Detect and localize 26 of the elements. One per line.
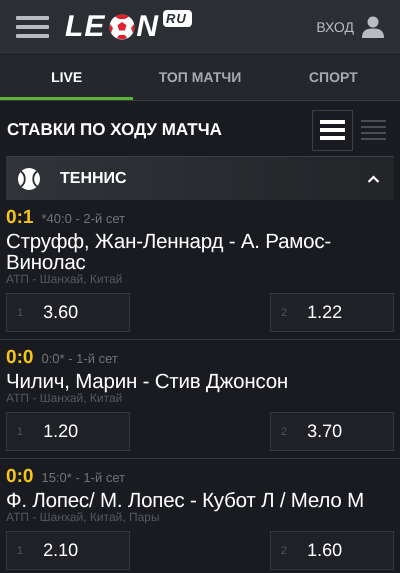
compact-list-icon — [361, 119, 386, 141]
menu-icon[interactable] — [16, 15, 49, 39]
match-status: 15:0* - 1-й сет — [41, 470, 126, 485]
match-title: Чилич, Марин - Стив Джонсон — [6, 371, 290, 392]
match-score: 0:1 — [6, 207, 34, 229]
sport-header[interactable]: ТЕННИС — [6, 156, 394, 200]
user-icon — [362, 16, 384, 38]
tab[interactable]: СПОРТ — [266, 55, 400, 100]
match-title: Струфф, Жан-Леннард - А. Рамос-Винолас — [6, 231, 332, 273]
match-title: Ф. Лопес/ М. Лопес - Кубот Л / Мело М — [6, 490, 365, 511]
logo: LE N RU — [63, 6, 196, 48]
section-title: СТАВКИ ПО ХОДУ МАТЧА — [7, 120, 223, 140]
match-score: 0:0 — [6, 347, 34, 369]
league-name: АТП - Шанхай, Китай, Пары — [6, 511, 161, 524]
login-button[interactable]: ВХОД — [316, 16, 384, 38]
view-toggle[interactable] — [312, 110, 353, 150]
match-status: *40:0 - 2-й сет — [41, 211, 126, 226]
league-name: АТП - Шанхай, Китай — [6, 273, 124, 286]
league-name: АТП - Шанхай, Китай — [6, 392, 122, 405]
list-view-icon — [320, 119, 345, 141]
tennis-ball-icon — [18, 168, 40, 190]
match-status: 0:0* - 1-й сет — [41, 351, 118, 366]
match-score: 0:0 — [6, 466, 34, 488]
tab[interactable]: ТОП МАТЧИ — [133, 55, 267, 100]
soccer-ball-icon — [109, 14, 136, 40]
tab[interactable]: LIVE — [0, 55, 134, 100]
